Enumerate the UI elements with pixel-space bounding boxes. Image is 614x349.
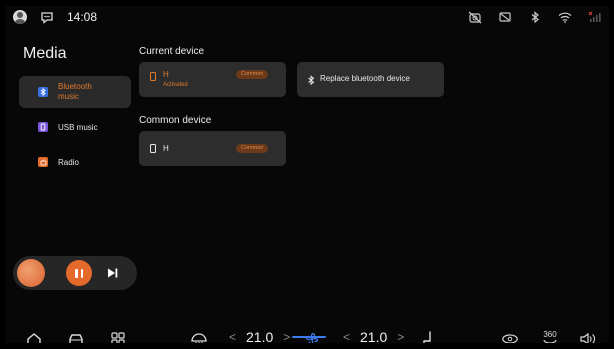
wifi-icon: [557, 10, 573, 24]
sidebar-item-label: Bluetooth music: [58, 82, 92, 101]
right-temperature: < 21.0 >: [343, 329, 404, 343]
clock: 14:08: [67, 10, 98, 24]
temp-right-increase[interactable]: >: [397, 330, 404, 343]
apps-grid-icon[interactable]: [109, 330, 127, 343]
bluetooth-icon: [38, 87, 48, 97]
view-360-button[interactable]: 360: [539, 330, 561, 343]
sidebar-item-label: USB music: [58, 122, 98, 132]
pause-icon: [75, 268, 78, 278]
temp-left-increase[interactable]: >: [283, 330, 290, 343]
left-temperature: < 21.0 >: [229, 329, 290, 343]
defrost-icon[interactable]: [190, 330, 208, 343]
volume-icon[interactable]: [579, 330, 597, 343]
seat-heat-icon[interactable]: [419, 330, 437, 343]
album-art[interactable]: [17, 259, 45, 287]
sidebar-item-label: Radio: [58, 157, 79, 167]
bluetooth-icon: [527, 10, 543, 24]
sidebar-nav: Bluetooth music USB music Radio: [19, 76, 131, 181]
skip-next-icon: [108, 268, 118, 278]
bottom-dock: < 21.0 > < 21.0 > 360: [5, 326, 609, 343]
home-icon[interactable]: [25, 330, 43, 343]
status-badge: Common: [236, 70, 269, 79]
mini-player: [13, 256, 137, 290]
status-bar: 14:08: [5, 6, 609, 30]
camera-view-icon[interactable]: [501, 330, 519, 343]
usb-icon: [38, 122, 48, 132]
temp-left-decrease[interactable]: <: [229, 330, 236, 343]
avatar-icon[interactable]: [13, 10, 27, 24]
common-device-card[interactable]: H Common: [139, 131, 286, 166]
device-status: Activated: [163, 82, 188, 88]
chat-bubble-icon[interactable]: [39, 10, 55, 24]
common-device-title: Common device: [139, 115, 212, 126]
temp-right-decrease[interactable]: <: [343, 330, 350, 343]
skip-next-button[interactable]: [105, 266, 119, 280]
status-badge: Common: [236, 144, 269, 153]
device-name: H: [163, 70, 169, 79]
screen: 14:08 Media Bluetooth music USB music Ra…: [5, 6, 609, 343]
radio-icon: [38, 157, 48, 167]
right-temperature-value: 21.0: [360, 329, 388, 343]
phone-icon: [150, 144, 156, 153]
current-device-title: Current device: [139, 46, 205, 57]
bluetooth-icon: [307, 73, 315, 91]
car-icon[interactable]: [67, 330, 85, 343]
phone-icon: [150, 72, 156, 81]
rotate-icon: [543, 339, 557, 343]
active-indicator: [292, 336, 326, 338]
view-360-label: 360: [543, 330, 557, 339]
replace-bluetooth-device-button[interactable]: Replace bluetooth device: [297, 62, 444, 97]
sidebar-item-radio[interactable]: Radio: [19, 146, 131, 178]
screen-off-icon: [497, 10, 513, 24]
current-device-card[interactable]: H Activated Common: [139, 62, 286, 97]
page-title: Media: [23, 45, 67, 62]
sidebar-item-bluetooth-music[interactable]: Bluetooth music: [19, 76, 131, 108]
pause-icon-bar: [80, 268, 83, 278]
device-name: H: [163, 144, 169, 153]
sidebar-item-usb-music[interactable]: USB music: [19, 111, 131, 143]
left-temperature-value: 21.0: [246, 329, 274, 343]
camera-off-icon: [467, 10, 483, 24]
replace-device-label: Replace bluetooth device: [320, 74, 410, 83]
signal-icon: [587, 10, 603, 24]
pause-button[interactable]: [66, 260, 92, 286]
